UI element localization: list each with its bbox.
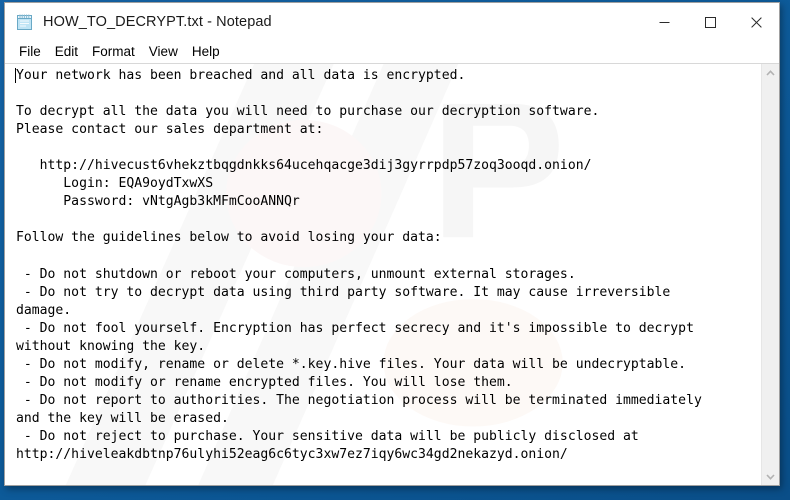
notepad-icon (16, 13, 34, 31)
scroll-down-button[interactable] (762, 468, 779, 485)
title-bar[interactable]: HOW_TO_DECRYPT.txt - Notepad (5, 3, 779, 41)
close-button[interactable] (733, 3, 779, 41)
menu-item-format[interactable]: Format (85, 42, 142, 62)
menu-item-help[interactable]: Help (185, 42, 227, 62)
window-title: HOW_TO_DECRYPT.txt - Notepad (43, 14, 272, 30)
close-icon (750, 16, 762, 28)
scroll-up-button[interactable] (762, 64, 779, 81)
notepad-window: HOW_TO_DECRYPT.txt - Notepad File Edit F… (4, 2, 780, 486)
text-editor[interactable]: Your network has been breached and all d… (5, 64, 761, 485)
text-caret (15, 68, 16, 83)
minimize-button[interactable] (641, 3, 687, 41)
editor-area: Your network has been breached and all d… (5, 63, 779, 485)
menu-bar: File Edit Format View Help (5, 41, 779, 63)
menu-item-file[interactable]: File (12, 42, 48, 62)
document-text[interactable]: Your network has been breached and all d… (5, 64, 761, 464)
window-controls (641, 3, 779, 41)
menu-item-edit[interactable]: Edit (48, 42, 85, 62)
scrollbar-track[interactable] (762, 81, 779, 468)
chevron-down-icon (766, 473, 775, 480)
vertical-scrollbar[interactable] (761, 64, 779, 485)
minimize-icon (659, 21, 669, 23)
menu-item-view[interactable]: View (142, 42, 185, 62)
maximize-icon (704, 16, 716, 28)
chevron-up-icon (766, 69, 775, 76)
maximize-button[interactable] (687, 3, 733, 41)
